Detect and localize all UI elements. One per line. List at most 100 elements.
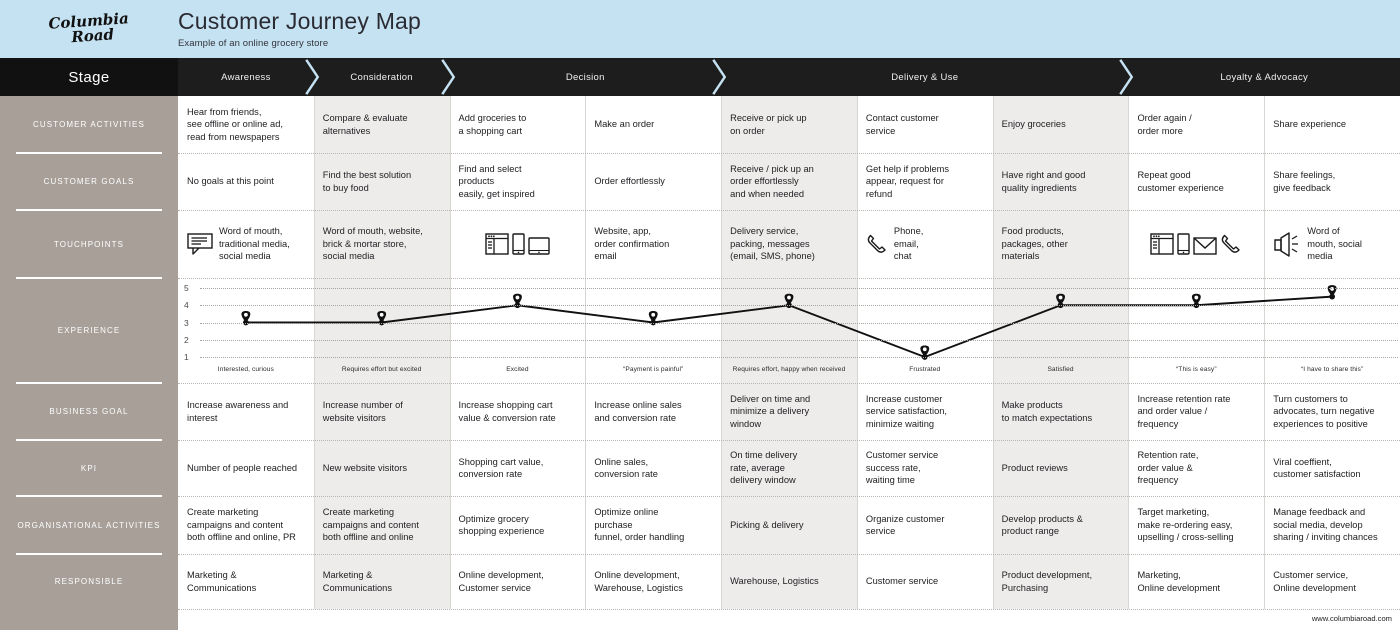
cell-customer-goals-6: Have right and good quality ingredients (993, 153, 1129, 210)
cell-business-goal-0: Increase awareness and interest (178, 383, 314, 440)
touchpoint-content (1137, 233, 1255, 255)
cell-touchpoints-4: Delivery service, packing, messages (ema… (721, 210, 857, 278)
footer-url[interactable]: www.columbiaroad.com (1312, 614, 1392, 623)
organisational-activities-text: Create marketing campaigns and content b… (322, 507, 419, 543)
cell-responsible-1: Marketing & Communications (314, 554, 450, 609)
cell-organisational-activities-7: Target marketing, make re-ordering easy,… (1128, 496, 1264, 554)
business-goal-text: Increase shopping cart value & conversio… (458, 400, 556, 423)
customer-activities-text: Add groceries to a shopping cart (458, 113, 527, 136)
sidebar-row-label: CUSTOMER GOALS (43, 177, 135, 186)
experience-caption-6: Satisfied (1047, 366, 1074, 373)
sidebar-row-customer-activities: CUSTOMER ACTIVITIES (0, 96, 178, 153)
responsible-text: Customer service (865, 576, 939, 587)
customer-activities-text: Make an order (594, 119, 655, 130)
touchpoint-text: Word of mouth, website, brick & mortar s… (322, 226, 423, 262)
phone-handset-icon (1221, 234, 1241, 253)
title-block: Customer Journey Map Example of an onlin… (178, 8, 421, 49)
cell-business-goal-1: Increase number of website visitors (314, 383, 450, 440)
customer-goals-text: Find the best solution to buy food (322, 170, 412, 193)
columbia-road-logo: Columbia Road (48, 9, 130, 47)
sidebar-row-label: TOUCHPOINTS (53, 239, 125, 249)
customer-goals-text: Find and select products easily, get ins… (458, 163, 535, 199)
cell-organisational-activities-0: Create marketing campaigns and content b… (178, 496, 314, 554)
footer-sidebar-block (0, 609, 178, 630)
cell-customer-activities-8: Share experience (1264, 96, 1400, 153)
touchpoint-text: Food products, packages, other materials (1001, 226, 1068, 262)
browser-window-icon (485, 233, 509, 255)
chart-y-tick-1: 1 (184, 352, 189, 362)
kpi-text: Number of people reached (187, 462, 298, 473)
cell-business-goal-7: Increase retention rate and order value … (1128, 383, 1264, 440)
responsible-text: Customer service, Online development (1273, 570, 1356, 593)
data-point-dot (1329, 293, 1336, 300)
kpi-text: Shopping cart value, conversion rate (458, 456, 544, 479)
customer-activities-text: Receive or pick up on order (730, 113, 807, 136)
cell-customer-goals-8: Share feelings, give feedback (1264, 153, 1400, 210)
cell-customer-goals-2: Find and select products easily, get ins… (450, 153, 586, 210)
cell-responsible-2: Online development, Customer service (450, 554, 586, 609)
stage-header-loyalty-advocacy[interactable]: Loyalty & Advocacy (1128, 58, 1400, 96)
organisational-activities-text: Optimize grocery shopping experience (458, 513, 545, 536)
customer-goals-text: Have right and good quality ingredients (1001, 170, 1086, 193)
sidebar-row-experience: EXPERIENCE (0, 278, 178, 383)
touchpoint-text: Word of mouth, traditional media, social… (219, 226, 290, 262)
cell-touchpoints-3: Website, app, order confirmation email (585, 210, 721, 278)
responsible-text: Online development, Warehouse, Logistics (594, 570, 683, 593)
cell-kpi-4: On time delivery rate, average delivery … (721, 440, 857, 496)
kpi-text: On time delivery rate, average delivery … (730, 450, 798, 486)
speech-bubble-icon (187, 233, 213, 255)
cell-organisational-activities-8: Manage feedback and social media, develo… (1264, 496, 1400, 554)
organisational-activities-text: Picking & delivery (730, 519, 804, 530)
touchpoint-content: Word of mouth, traditional media, social… (187, 225, 305, 262)
experience-caption-4: Requires effort, happy when received (732, 366, 846, 373)
cell-organisational-activities-4: Picking & delivery (721, 496, 857, 554)
customer-activities-text: Order again / order more (1137, 113, 1192, 136)
cell-customer-activities-1: Compare & evaluate alternatives (314, 96, 450, 153)
cell-organisational-activities-6: Develop products & product range (993, 496, 1129, 554)
stage-bar: Stage Awareness Consideration Decision Deli… (0, 58, 1400, 96)
stage-header-awareness[interactable]: Awareness (178, 58, 314, 96)
business-goal-text: Increase customer service satisfaction, … (865, 393, 947, 429)
cell-responsible-3: Online development, Warehouse, Logistics (585, 554, 721, 609)
stage-header-decision[interactable]: Decision (450, 58, 722, 96)
organisational-activities-text: Manage feedback and social media, develo… (1273, 507, 1378, 543)
cell-business-goal-8: Turn customers to advocates, turn negati… (1264, 383, 1400, 440)
kpi-text: Online sales, conversion rate (594, 456, 658, 479)
kpi-text: Customer service success rate, waiting t… (865, 450, 939, 486)
touchpoint-text: Website, app, order confirmation email (594, 226, 670, 262)
business-goal-text: Turn customers to advocates, turn negati… (1273, 393, 1375, 429)
business-goal-text: Increase awareness and interest (187, 400, 289, 423)
experience-caption-3: “Payment is painful” (623, 366, 684, 373)
page-title: Customer Journey Map (178, 8, 422, 34)
touchpoint-text: Word of mouth, social media (1307, 226, 1362, 262)
customer-goals-text: Order effortlessly (594, 176, 665, 187)
customer-activities-text: Enjoy groceries (1001, 119, 1066, 130)
stage-header-label: Loyalty & Advocacy (1220, 71, 1309, 83)
cell-kpi-0: Number of people reached (178, 440, 314, 496)
customer-goals-text: Share feelings, give feedback (1273, 170, 1336, 193)
touchpoint-content: Word of mouth, website, brick & mortar s… (323, 225, 441, 262)
stage-header-label: Consideration (350, 71, 413, 83)
business-goal-text: Increase retention rate and order value … (1137, 393, 1231, 429)
cell-touchpoints-1: Word of mouth, website, brick & mortar s… (314, 210, 450, 278)
customer-goals-text: Receive / pick up an order effortlessly … (730, 163, 814, 199)
sidebar-row-label: RESPONSIBLE (54, 577, 124, 586)
sidebar-row-responsible: RESPONSIBLE (0, 554, 178, 609)
chart-y-tick-3: 3 (184, 317, 189, 328)
chart-gridline-2 (200, 339, 1398, 341)
cell-customer-activities-0: Hear from friends, see offline or online… (178, 96, 314, 153)
tablet-icon (528, 237, 550, 255)
touchpoint-content: Word of mouth, social media (1273, 225, 1391, 262)
customer-activities-text: Share experience (1273, 119, 1347, 130)
chart-y-tick-2: 2 (184, 334, 189, 345)
experience-chart: 1 2 3 4 5 Interested, curious Requires effort… (178, 278, 1400, 383)
touchpoint-content: Website, app, order confirmation email (594, 225, 712, 262)
customer-goals-text: Repeat good customer experience (1137, 170, 1224, 193)
cell-responsible-0: Marketing & Communications (178, 554, 314, 609)
cell-touchpoints-0: Word of mouth, traditional media, social… (178, 210, 314, 278)
sidebar-row-label: BUSINESS GOAL (49, 407, 129, 416)
cell-touchpoints-7 (1128, 210, 1264, 278)
stage-header-consideration[interactable]: Consideration (314, 58, 450, 96)
cell-customer-activities-6: Enjoy groceries (993, 96, 1129, 153)
stage-header-delivery-use[interactable]: Delivery & Use (721, 58, 1128, 96)
